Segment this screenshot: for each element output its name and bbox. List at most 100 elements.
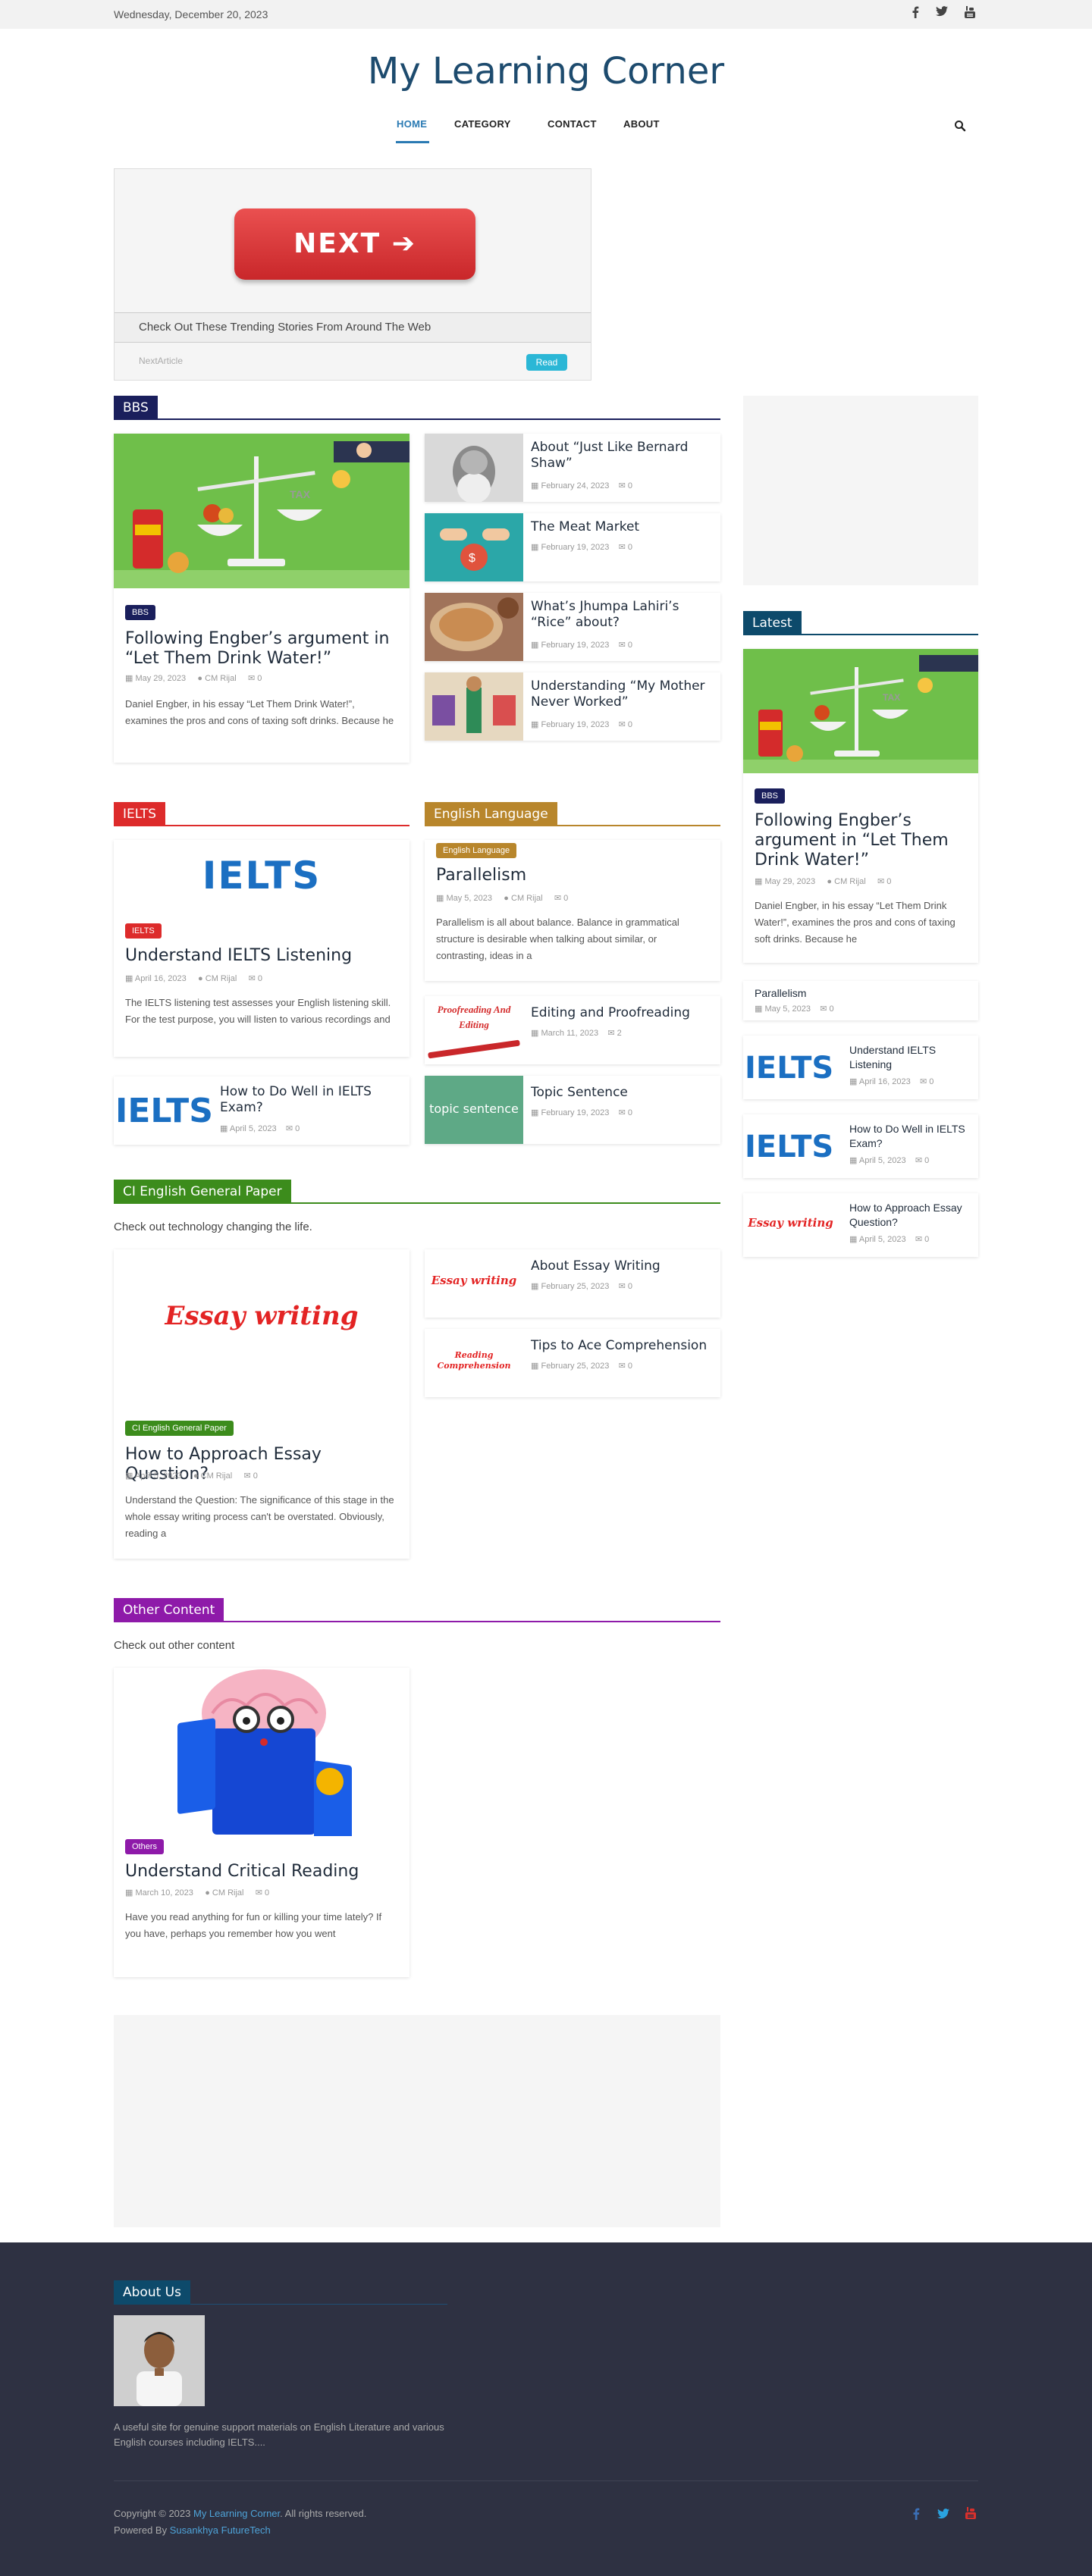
comment-count[interactable]: 0	[628, 720, 632, 729]
article-title[interactable]: Parallelism	[436, 866, 709, 885]
article-date[interactable]: February 25, 2023	[541, 1282, 609, 1291]
comment-count[interactable]: 2	[617, 1029, 622, 1038]
comment-count[interactable]: 0	[628, 1362, 632, 1371]
essay-writing-image[interactable]: Essay writing	[743, 1199, 838, 1252]
article-date[interactable]: April 5, 2023	[859, 1156, 906, 1165]
article-date[interactable]: April 5, 2023	[859, 1235, 906, 1244]
category-badge[interactable]: IELTS	[125, 923, 162, 939]
bernard-shaw-image[interactable]	[425, 434, 523, 502]
next-button[interactable]: NEXT ➔	[234, 208, 475, 280]
article-date[interactable]: May 5, 2023	[446, 894, 492, 903]
article-title[interactable]: How to Approach Essay Question?	[849, 1201, 971, 1230]
essay-writing-image[interactable]: Essay writing	[425, 1249, 523, 1318]
tax-scale-image[interactable]: TAX	[743, 649, 978, 773]
comment-count[interactable]: 0	[628, 481, 632, 490]
comment-count[interactable]: 0	[257, 674, 262, 683]
article-date[interactable]: February 19, 2023	[541, 1108, 609, 1117]
article-date[interactable]: February 19, 2023	[541, 543, 609, 552]
copyright-site-link[interactable]: My Learning Corner	[193, 2508, 280, 2519]
ielts-logo-image[interactable]: IELTS	[114, 840, 410, 907]
article-date[interactable]: February 19, 2023	[541, 720, 609, 729]
comment-count[interactable]: 0	[830, 1004, 834, 1014]
article-title[interactable]: Understand IELTS Listening	[849, 1043, 971, 1072]
ielts-logo-image[interactable]: IELTS	[743, 1120, 838, 1174]
comment-count[interactable]: 0	[563, 894, 568, 903]
article-date[interactable]: May 29, 2023	[135, 674, 186, 683]
article-title[interactable]: Following Engber’s argument in “Let Them…	[755, 811, 971, 870]
ielts-logo-image[interactable]: IELTS	[743, 1042, 838, 1095]
twitter-icon[interactable]	[937, 2509, 949, 2522]
category-badge[interactable]: BBS	[125, 605, 156, 620]
comment-count[interactable]: 0	[258, 974, 262, 983]
mother-worked-image[interactable]	[425, 672, 523, 741]
article-title[interactable]: Parallelism	[755, 987, 806, 999]
comment-count[interactable]: 0	[628, 1108, 632, 1117]
article-title[interactable]: How to Do Well in IELTS Exam?	[220, 1084, 402, 1116]
comment-count[interactable]: 0	[295, 1124, 300, 1133]
ad-read-button[interactable]: Read	[526, 354, 567, 371]
nav-home[interactable]: HOME	[397, 118, 427, 130]
search-icon[interactable]	[954, 120, 966, 132]
facebook-icon[interactable]	[912, 6, 919, 21]
facebook-icon[interactable]	[912, 2508, 920, 2523]
comment-count[interactable]: 0	[886, 877, 891, 886]
article-title[interactable]: Understand IELTS Listening	[125, 946, 398, 966]
category-badge[interactable]: BBS	[755, 788, 786, 804]
tax-scale-image[interactable]: TAX	[114, 434, 410, 588]
meat-market-image[interactable]: $	[425, 513, 523, 581]
critical-reading-image[interactable]	[114, 1668, 410, 1836]
article-title[interactable]: Editing and Proofreading	[531, 1005, 713, 1021]
article-title[interactable]: Tips to Ace Comprehension	[531, 1338, 713, 1354]
article-author[interactable]: CM Rijal	[205, 674, 237, 683]
comment-count[interactable]: 0	[628, 641, 632, 650]
article-title[interactable]: The Meat Market	[531, 519, 713, 535]
article-date[interactable]: April 5, 2023	[135, 1471, 182, 1481]
article-date[interactable]: May 29, 2023	[764, 877, 815, 886]
nav-category[interactable]: CATEGORY	[454, 118, 511, 130]
comment-count[interactable]: 0	[924, 1235, 929, 1244]
article-date[interactable]: May 5, 2023	[764, 1004, 811, 1014]
comment-count[interactable]: 0	[929, 1077, 934, 1086]
section-title-other[interactable]: Other Content	[114, 1598, 224, 1622]
rice-image[interactable]	[425, 593, 523, 661]
ad-trending-text[interactable]: Check Out These Trending Stories From Ar…	[115, 312, 591, 343]
comment-count[interactable]: 0	[265, 1888, 269, 1898]
article-date[interactable]: April 16, 2023	[859, 1077, 911, 1086]
article-date[interactable]: February 24, 2023	[541, 481, 609, 490]
article-author[interactable]: CM Rijal	[834, 877, 866, 886]
article-title[interactable]: Understand Critical Reading	[125, 1862, 398, 1882]
article-title[interactable]: What’s Jhumpa Lahiri’s “Rice” about?	[531, 599, 713, 631]
youtube-icon[interactable]	[965, 2507, 976, 2522]
article-title[interactable]: About “Just Like Bernard Shaw”	[531, 440, 713, 472]
proofreading-image[interactable]: Proofreading And Editing	[425, 996, 523, 1064]
category-badge[interactable]: English Language	[436, 843, 517, 858]
twitter-icon[interactable]	[936, 6, 948, 20]
comment-count[interactable]: 0	[253, 1471, 258, 1481]
youtube-icon[interactable]	[965, 6, 975, 21]
article-author[interactable]: CM Rijal	[511, 894, 543, 903]
article-title[interactable]: Understanding “My Mother Never Worked”	[531, 678, 713, 710]
nav-contact[interactable]: CONTACT	[548, 118, 597, 130]
section-title-bbs[interactable]: BBS	[114, 396, 158, 420]
article-title[interactable]: About Essay Writing	[531, 1258, 713, 1274]
comment-count[interactable]: 0	[924, 1156, 929, 1165]
comment-count[interactable]: 0	[628, 1282, 632, 1291]
article-date[interactable]: February 25, 2023	[541, 1362, 609, 1371]
site-title[interactable]: My Learning Corner	[0, 50, 1092, 92]
article-author[interactable]: CM Rijal	[201, 1471, 233, 1481]
article-date[interactable]: March 11, 2023	[541, 1029, 598, 1038]
article-author[interactable]: CM Rijal	[206, 974, 237, 983]
ielts-logo-image[interactable]: IELTS	[114, 1076, 212, 1145]
nav-about[interactable]: ABOUT	[623, 118, 660, 130]
powered-by-link[interactable]: Susankhya FutureTech	[170, 2524, 271, 2536]
article-date[interactable]: February 19, 2023	[541, 641, 609, 650]
category-badge[interactable]: Others	[125, 1839, 165, 1854]
article-title[interactable]: Topic Sentence	[531, 1085, 713, 1101]
article-date[interactable]: April 5, 2023	[230, 1124, 277, 1133]
article-date[interactable]: April 16, 2023	[135, 974, 187, 983]
article-title[interactable]: How to Do Well in IELTS Exam?	[849, 1122, 971, 1151]
article-author[interactable]: CM Rijal	[212, 1888, 244, 1898]
topic-sentence-image[interactable]: topic sentence	[425, 1076, 523, 1144]
comment-count[interactable]: 0	[628, 543, 632, 552]
section-title-ielts[interactable]: IELTS	[114, 802, 166, 826]
